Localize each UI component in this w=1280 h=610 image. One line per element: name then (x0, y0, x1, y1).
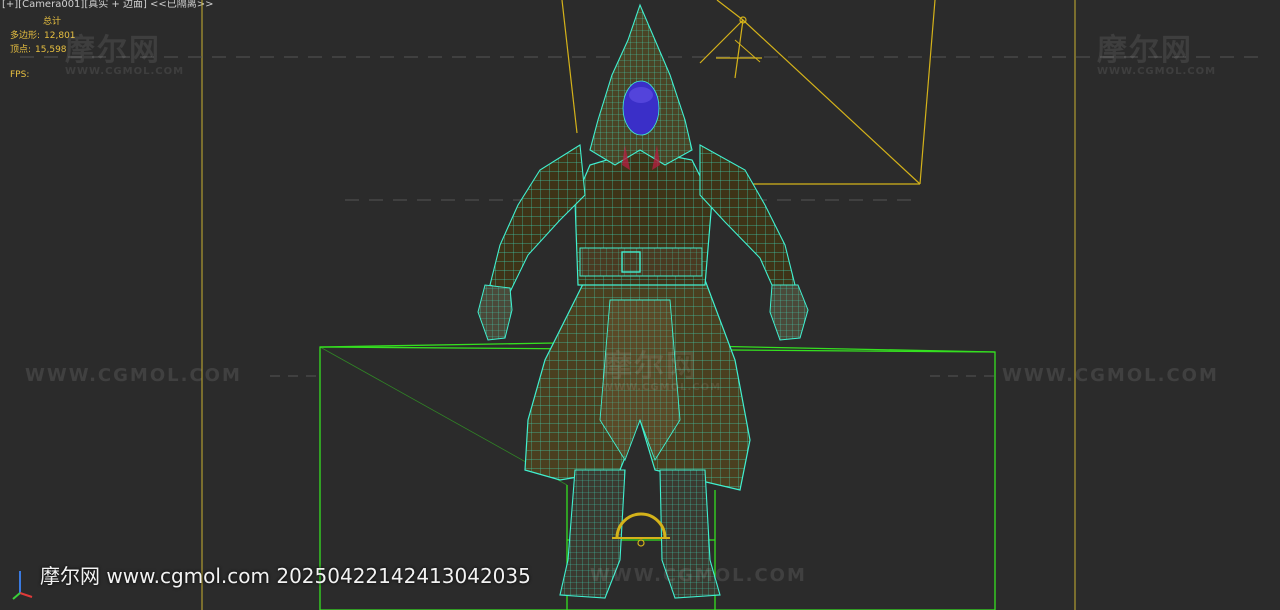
watermark-logo-text-left: 摩尔网 (65, 33, 161, 68)
xyz-axis-icon (12, 571, 33, 600)
watermark-logo-text-center: 摩尔网 (602, 349, 698, 384)
watermark-logo-text-right: 摩尔网 (1097, 33, 1193, 68)
watermark-url-right: WWW.CGMOL.COM (1002, 365, 1219, 386)
watermark-url-left: WWW.CGMOL.COM (25, 365, 242, 386)
watermark-logo-sub-right: WWW.CGMOL.COM (1097, 66, 1217, 77)
watermark-logo-sub-left: WWW.CGMOL.COM (65, 66, 185, 77)
footer-watermark: 摩尔网 www.cgmol.com 20250422142413042035 (40, 564, 531, 588)
watermark-logo-center: 摩尔网 WWW.CGMOL.COM (602, 352, 721, 394)
model-arm-left[interactable] (477, 144, 586, 341)
model-head[interactable] (589, 3, 693, 170)
model-torso[interactable] (574, 149, 713, 286)
watermark-logo-sub-center: WWW.CGMOL.COM (602, 382, 722, 393)
scene-canvas[interactable] (0, 0, 1280, 610)
watermark-logo-right: 摩尔网 WWW.CGMOL.COM (1097, 36, 1216, 78)
watermark-url-bottom: WWW.CGMOL.COM (590, 565, 807, 586)
watermark-logo-left: 摩尔网 WWW.CGMOL.COM (65, 36, 184, 78)
character-model[interactable] (477, 3, 809, 599)
viewport-3d[interactable]: [+][Camera001][真实 + 边面] <<已隔离>> 总计 多边形: … (0, 0, 1280, 610)
